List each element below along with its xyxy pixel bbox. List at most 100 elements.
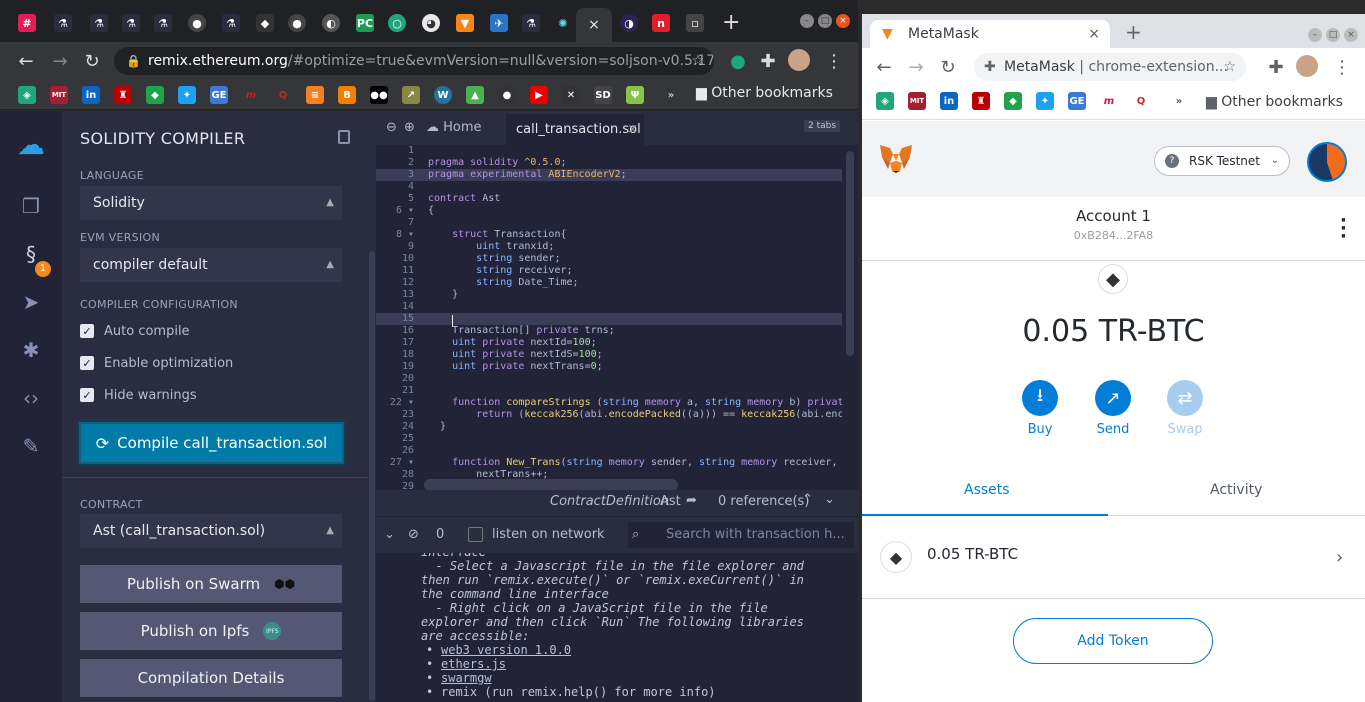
deploy-run-icon[interactable]: ➤ — [16, 287, 46, 317]
tab-remix-5[interactable]: ⚗ — [218, 10, 244, 36]
blogger-icon[interactable]: B — [338, 86, 356, 104]
enable-optimization-checkbox[interactable]: ✓ Enable optimization — [80, 353, 320, 373]
editor-vertical-scrollbar[interactable] — [846, 151, 854, 356]
profile-avatar[interactable] — [1296, 55, 1318, 77]
documentation-icon[interactable] — [338, 130, 350, 144]
star-icon[interactable]: ☆ — [691, 47, 704, 75]
ge-icon[interactable]: GE — [1068, 92, 1086, 110]
language-select[interactable]: Solidity ▲ — [80, 186, 342, 220]
address-bar[interactable]: 🔒 remix.ethereum.org/#optimize=true&evmV… — [114, 47, 714, 75]
more-bookmarks-icon[interactable]: » — [662, 86, 680, 104]
tab-remix-1[interactable]: ⚗ — [50, 10, 76, 36]
star-icon[interactable]: ☆ — [1223, 53, 1236, 81]
contract-select[interactable]: Ast (call_transaction.sol) ▲ — [80, 514, 342, 548]
reload-icon[interactable]: ↻ — [80, 49, 104, 73]
listen-network-checkbox[interactable] — [468, 527, 483, 542]
tab-remix-6[interactable]: ⚗ — [518, 10, 544, 36]
account-options-icon[interactable]: · · · — [1340, 212, 1347, 246]
swarmgw-link[interactable]: swarmgw — [441, 671, 492, 685]
tab-react[interactable]: ✺ — [550, 10, 576, 36]
forward-icon[interactable]: → — [48, 49, 72, 73]
close-tab-icon[interactable]: × — [588, 17, 600, 33]
close-window-icon[interactable]: × — [1344, 28, 1358, 42]
zoom-in-icon[interactable]: ⊕ — [404, 120, 415, 135]
extensions-icon[interactable]: ✚ — [756, 49, 780, 73]
wordpress-icon[interactable]: W — [434, 86, 452, 104]
tab-eclipse[interactable]: ◑ — [616, 10, 642, 36]
zoom-out-icon[interactable]: ⊖ — [386, 120, 397, 135]
maximize-icon[interactable]: □ — [818, 14, 832, 28]
reload-icon[interactable]: ↻ — [936, 55, 960, 79]
other-bookmarks[interactable]: ▆ Other bookmarks — [1206, 94, 1343, 110]
home-tab[interactable]: ☁ Home — [426, 120, 482, 135]
close-file-icon[interactable]: × — [627, 114, 638, 145]
publish-swarm-button[interactable]: Publish on Swarm ⬢⬢ — [80, 565, 342, 603]
tab-active[interactable]: × — [576, 8, 612, 42]
more-bookmarks-icon[interactable]: » — [1170, 92, 1188, 110]
panel-scrollbar[interactable] — [368, 111, 376, 702]
m-icon[interactable]: m — [242, 86, 260, 104]
tab-remix-4[interactable]: ⚗ — [150, 10, 176, 36]
grammarly-icon[interactable]: ● — [726, 49, 750, 73]
new-tab-button[interactable]: + — [1125, 20, 1142, 44]
address-bar[interactable]: ✚ MetaMask | chrome-extension... ☆ — [974, 53, 1246, 81]
tab-remix-3[interactable]: ⚗ — [118, 10, 144, 36]
code-editor[interactable]: pragma solidity ^0.5.0; pragma experimen… — [428, 145, 842, 490]
tab-ethereum[interactable]: ◆ — [252, 10, 278, 36]
grid-icon[interactable]: ✕ — [562, 86, 580, 104]
account-avatar[interactable] — [1307, 142, 1347, 182]
profile-avatar[interactable] — [788, 49, 810, 71]
m-icon[interactable]: m — [1100, 92, 1118, 110]
tab-activity[interactable]: Activity — [1210, 482, 1262, 498]
close-tab-icon[interactable]: × — [1088, 20, 1100, 48]
swap-button[interactable]: ⇄ Swap — [1165, 380, 1205, 437]
tab-bird[interactable]: ✈ — [486, 10, 512, 36]
leaf-icon[interactable]: ◆ — [1004, 92, 1022, 110]
leaf-icon[interactable]: ◆ — [146, 86, 164, 104]
bookmark-icon[interactable]: ◈ — [876, 92, 894, 110]
code-icon[interactable]: ‹› — [16, 383, 46, 413]
tab-remix-2[interactable]: ⚗ — [86, 10, 112, 36]
back-icon[interactable]: ← — [872, 55, 896, 79]
tab-red[interactable]: n — [648, 10, 674, 36]
tab-github-2[interactable]: ● — [284, 10, 310, 36]
hide-warnings-checkbox[interactable]: ✓ Hide warnings — [80, 385, 320, 405]
ge-icon[interactable]: GE — [210, 86, 228, 104]
debugger-icon[interactable]: ✱ — [16, 335, 46, 365]
tab-dark[interactable]: ◐ — [318, 10, 344, 36]
minimize-icon[interactable]: – — [800, 14, 814, 28]
mit-ocw-icon[interactable]: MIT — [908, 92, 926, 110]
minimize-icon[interactable]: – — [1308, 28, 1322, 42]
asset-row[interactable]: ◆ 0.05 TR-BTC › — [862, 517, 1365, 599]
back-icon[interactable]: ← — [14, 49, 38, 73]
tab-grey[interactable]: ▫ — [682, 10, 708, 36]
network-selector[interactable]: ? RSK Testnet ⌄ — [1154, 146, 1290, 176]
plugin-manager-icon[interactable]: ✎ — [16, 431, 46, 461]
publish-ipfs-button[interactable]: Publish on Ipfs IPFS — [80, 612, 342, 650]
drive-icon[interactable]: ▲ — [466, 86, 484, 104]
close-window-icon[interactable]: × — [836, 14, 850, 28]
crest-icon[interactable]: ♜ — [114, 86, 132, 104]
ethers-link[interactable]: ethers.js — [441, 657, 506, 671]
forward-icon[interactable]: → — [904, 55, 928, 79]
tab-call-transaction[interactable]: call_transaction.sol × — [506, 114, 644, 145]
account-address[interactable]: 0xB284...2FA8 — [862, 229, 1365, 242]
medium-icon[interactable]: ●● — [370, 86, 388, 104]
new-tab-button[interactable]: + — [722, 12, 740, 34]
tab-metamask[interactable]: ▼ — [452, 10, 478, 36]
tab-github-1[interactable]: ● — [184, 10, 210, 36]
tab-pycharm[interactable]: PC — [352, 10, 378, 36]
stackoverflow-icon[interactable]: ≡ — [306, 86, 324, 104]
rainbow-icon[interactable]: Ψ — [626, 86, 644, 104]
chart-icon[interactable]: ↗ — [402, 86, 420, 104]
remix-logo-icon[interactable]: ☁ — [16, 128, 46, 161]
twitter-icon[interactable]: ✦ — [178, 86, 196, 104]
github-bookmark-icon[interactable]: ● — [498, 86, 516, 104]
transaction-search-input[interactable]: ⌕ Search with transaction h... — [628, 522, 854, 548]
chevron-up-icon[interactable]: ⌃ — [802, 492, 813, 507]
buy-button[interactable]: ⭳ Buy — [1020, 380, 1060, 437]
extensions-icon[interactable]: ✚ — [1264, 55, 1288, 79]
menu-icon[interactable]: ⋮ — [1330, 55, 1354, 79]
compile-button[interactable]: ⟳ Compile call_transaction.sol — [79, 422, 344, 464]
other-bookmarks[interactable]: ▆ Other bookmarks — [696, 85, 833, 101]
